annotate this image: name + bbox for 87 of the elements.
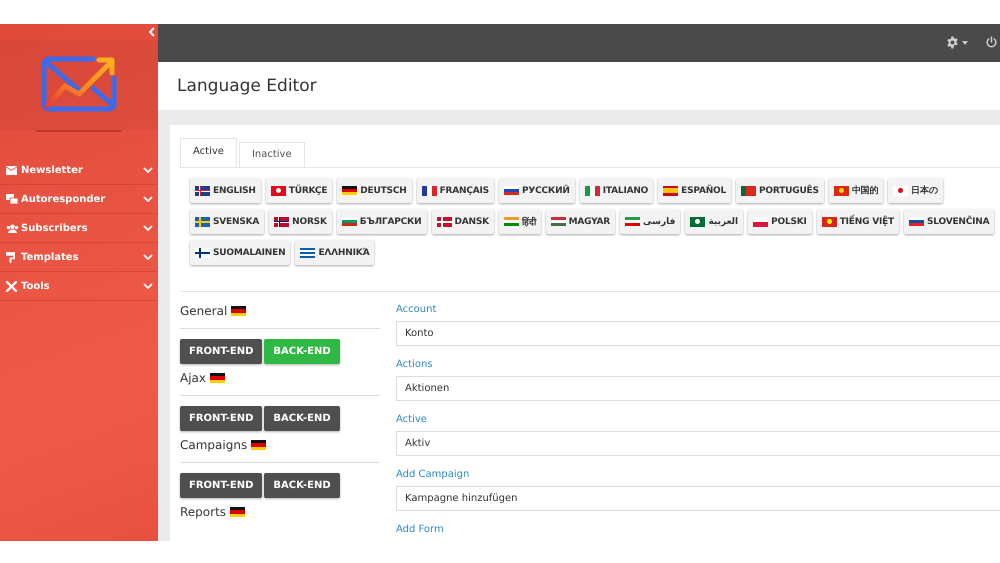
section-title: Reports bbox=[180, 505, 226, 519]
end-button[interactable]: BACK-END bbox=[264, 406, 340, 431]
flag-icon bbox=[822, 216, 837, 226]
tab[interactable]: Inactive bbox=[238, 142, 305, 167]
end-button[interactable]: BACK-END bbox=[264, 473, 340, 498]
flag-icon bbox=[342, 186, 358, 196]
flag-icon bbox=[504, 216, 519, 226]
flag-icon bbox=[909, 216, 924, 226]
section-title: Campaigns bbox=[180, 438, 248, 452]
flag-icon bbox=[195, 186, 210, 196]
language-button[interactable]: ITALIANO bbox=[580, 178, 654, 203]
caret-icon[interactable] bbox=[962, 40, 968, 45]
language-button[interactable]: TIẾNG VIỆT bbox=[816, 209, 899, 234]
flag-icon bbox=[436, 216, 452, 226]
chevron-down-icon bbox=[143, 225, 153, 231]
field-label: Add Campaign bbox=[396, 469, 470, 480]
flag-icon bbox=[342, 216, 357, 226]
language-button[interactable]: DANSK bbox=[432, 209, 494, 234]
section-title: General bbox=[180, 304, 228, 318]
sidebar-item[interactable]: Autoresponder bbox=[0, 185, 158, 214]
flag-icon bbox=[834, 186, 849, 196]
flag-icon bbox=[504, 186, 519, 196]
flag-icon bbox=[584, 186, 600, 196]
language-button[interactable]: ΕΛΛΗΝΙΚΆ bbox=[295, 240, 374, 265]
flag-icon bbox=[300, 248, 316, 258]
flag-icon bbox=[251, 440, 266, 450]
end-button[interactable]: FRONT-END bbox=[180, 406, 262, 431]
field-label: Active bbox=[396, 414, 428, 425]
flag-icon bbox=[231, 306, 246, 316]
chevron-down-icon bbox=[143, 254, 153, 260]
language-button[interactable]: TÜRKÇE bbox=[266, 178, 332, 203]
envelope-icon bbox=[6, 166, 19, 174]
flag-icon bbox=[195, 248, 210, 258]
input-field[interactable]: Konto bbox=[396, 321, 1000, 346]
language-button[interactable]: SLOVENČINA bbox=[904, 209, 994, 234]
sidebar-item[interactable]: Newsletter bbox=[0, 156, 158, 185]
language-button[interactable]: SVENSKA bbox=[190, 209, 264, 234]
chevron-down-icon bbox=[143, 283, 153, 289]
input-field[interactable]: Kampagne hinzufügen bbox=[396, 486, 1000, 511]
flag-icon bbox=[625, 216, 640, 226]
tab[interactable]: Active bbox=[180, 138, 237, 167]
windows-icon bbox=[6, 194, 19, 204]
chevron-down-icon bbox=[143, 196, 153, 202]
language-button[interactable]: MAGYAR bbox=[546, 209, 616, 234]
language-button[interactable]: SUOMALAINEN bbox=[190, 240, 290, 265]
language-button[interactable]: فارسی bbox=[620, 209, 680, 234]
logo-icon bbox=[41, 56, 117, 112]
language-button[interactable]: العربية bbox=[685, 209, 744, 234]
language-button[interactable]: DEUTSCH bbox=[337, 178, 412, 203]
flag-icon bbox=[550, 216, 566, 226]
language-button[interactable]: 日本の bbox=[888, 178, 943, 203]
language-button[interactable]: РУССКИЙ bbox=[498, 178, 575, 203]
language-button[interactable]: 中国的 bbox=[828, 178, 884, 203]
language-button[interactable]: ENGLISH bbox=[190, 178, 261, 203]
flag-icon bbox=[893, 186, 908, 196]
chevron-down-icon bbox=[143, 167, 153, 173]
language-button[interactable]: हिंदी bbox=[498, 209, 541, 234]
language-button[interactable]: NORSK bbox=[269, 209, 332, 234]
input-field[interactable]: Aktionen bbox=[396, 376, 1000, 401]
language-button[interactable]: POLSKI bbox=[748, 209, 812, 234]
settings-icon[interactable] bbox=[946, 36, 959, 50]
flag-icon bbox=[753, 216, 768, 226]
language-button[interactable]: БЪЛГАРСКИ bbox=[336, 209, 427, 234]
flag-icon bbox=[663, 186, 678, 196]
flag-icon bbox=[210, 373, 225, 383]
language-button[interactable]: PORTUGUÊS bbox=[736, 178, 824, 203]
page-title: Language Editor bbox=[177, 76, 317, 96]
language-button[interactable]: ESPAÑOL bbox=[658, 178, 732, 203]
input-field[interactable]: Aktiv bbox=[396, 431, 1000, 456]
power-icon[interactable] bbox=[985, 36, 998, 50]
end-button[interactable]: FRONT-END bbox=[180, 473, 262, 498]
tools-icon bbox=[6, 280, 19, 292]
field-label: Add Form bbox=[396, 524, 445, 535]
users-icon bbox=[6, 224, 19, 232]
collapse-icon[interactable] bbox=[149, 27, 155, 37]
flag-icon bbox=[274, 216, 290, 226]
section-title: Ajax bbox=[180, 371, 206, 385]
flag-icon bbox=[195, 216, 210, 226]
flag-icon bbox=[422, 186, 437, 196]
flag-icon bbox=[741, 186, 756, 196]
flag-icon bbox=[270, 186, 286, 196]
end-button[interactable]: FRONT-END bbox=[180, 339, 262, 364]
flag-icon bbox=[690, 216, 706, 226]
language-button[interactable]: FRANÇAIS bbox=[416, 178, 494, 203]
flag-icon bbox=[230, 507, 246, 517]
field-label: Actions bbox=[396, 359, 434, 370]
field-label: Account bbox=[396, 304, 438, 315]
